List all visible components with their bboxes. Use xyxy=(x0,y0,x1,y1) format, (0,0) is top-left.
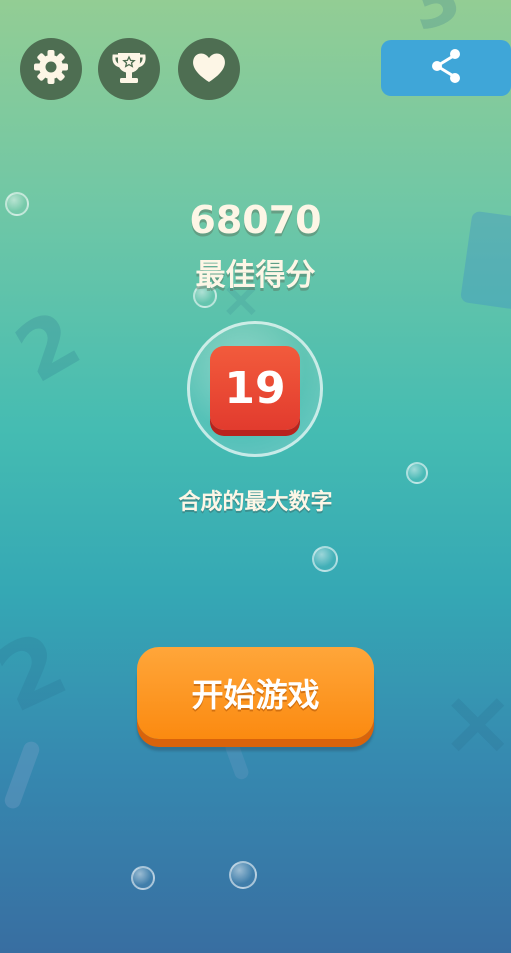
start-game-button[interactable]: 开始游戏 xyxy=(137,647,374,739)
heart-icon xyxy=(189,47,229,91)
background-decoration: 2 xyxy=(0,292,96,401)
background-decoration xyxy=(223,738,251,782)
background-decoration: × xyxy=(440,670,511,775)
share-icon xyxy=(428,46,464,90)
bubble xyxy=(229,861,257,889)
gear-icon xyxy=(31,47,71,91)
background-decoration: 2 xyxy=(0,611,82,734)
best-score-label: 最佳得分 xyxy=(195,258,316,293)
leaderboard-button[interactable] xyxy=(98,38,160,100)
bubble xyxy=(406,462,428,484)
trophy-icon xyxy=(109,47,149,91)
favorite-button[interactable] xyxy=(178,38,240,100)
max-tile: 19 xyxy=(210,346,300,430)
bubble xyxy=(312,546,338,572)
background-decoration xyxy=(2,739,42,811)
settings-button[interactable] xyxy=(20,38,82,100)
bubble xyxy=(131,866,155,890)
max-tile-label: 合成的最大数字 xyxy=(178,490,333,515)
share-button[interactable] xyxy=(381,40,511,96)
best-score-value: 68070 xyxy=(189,198,322,242)
